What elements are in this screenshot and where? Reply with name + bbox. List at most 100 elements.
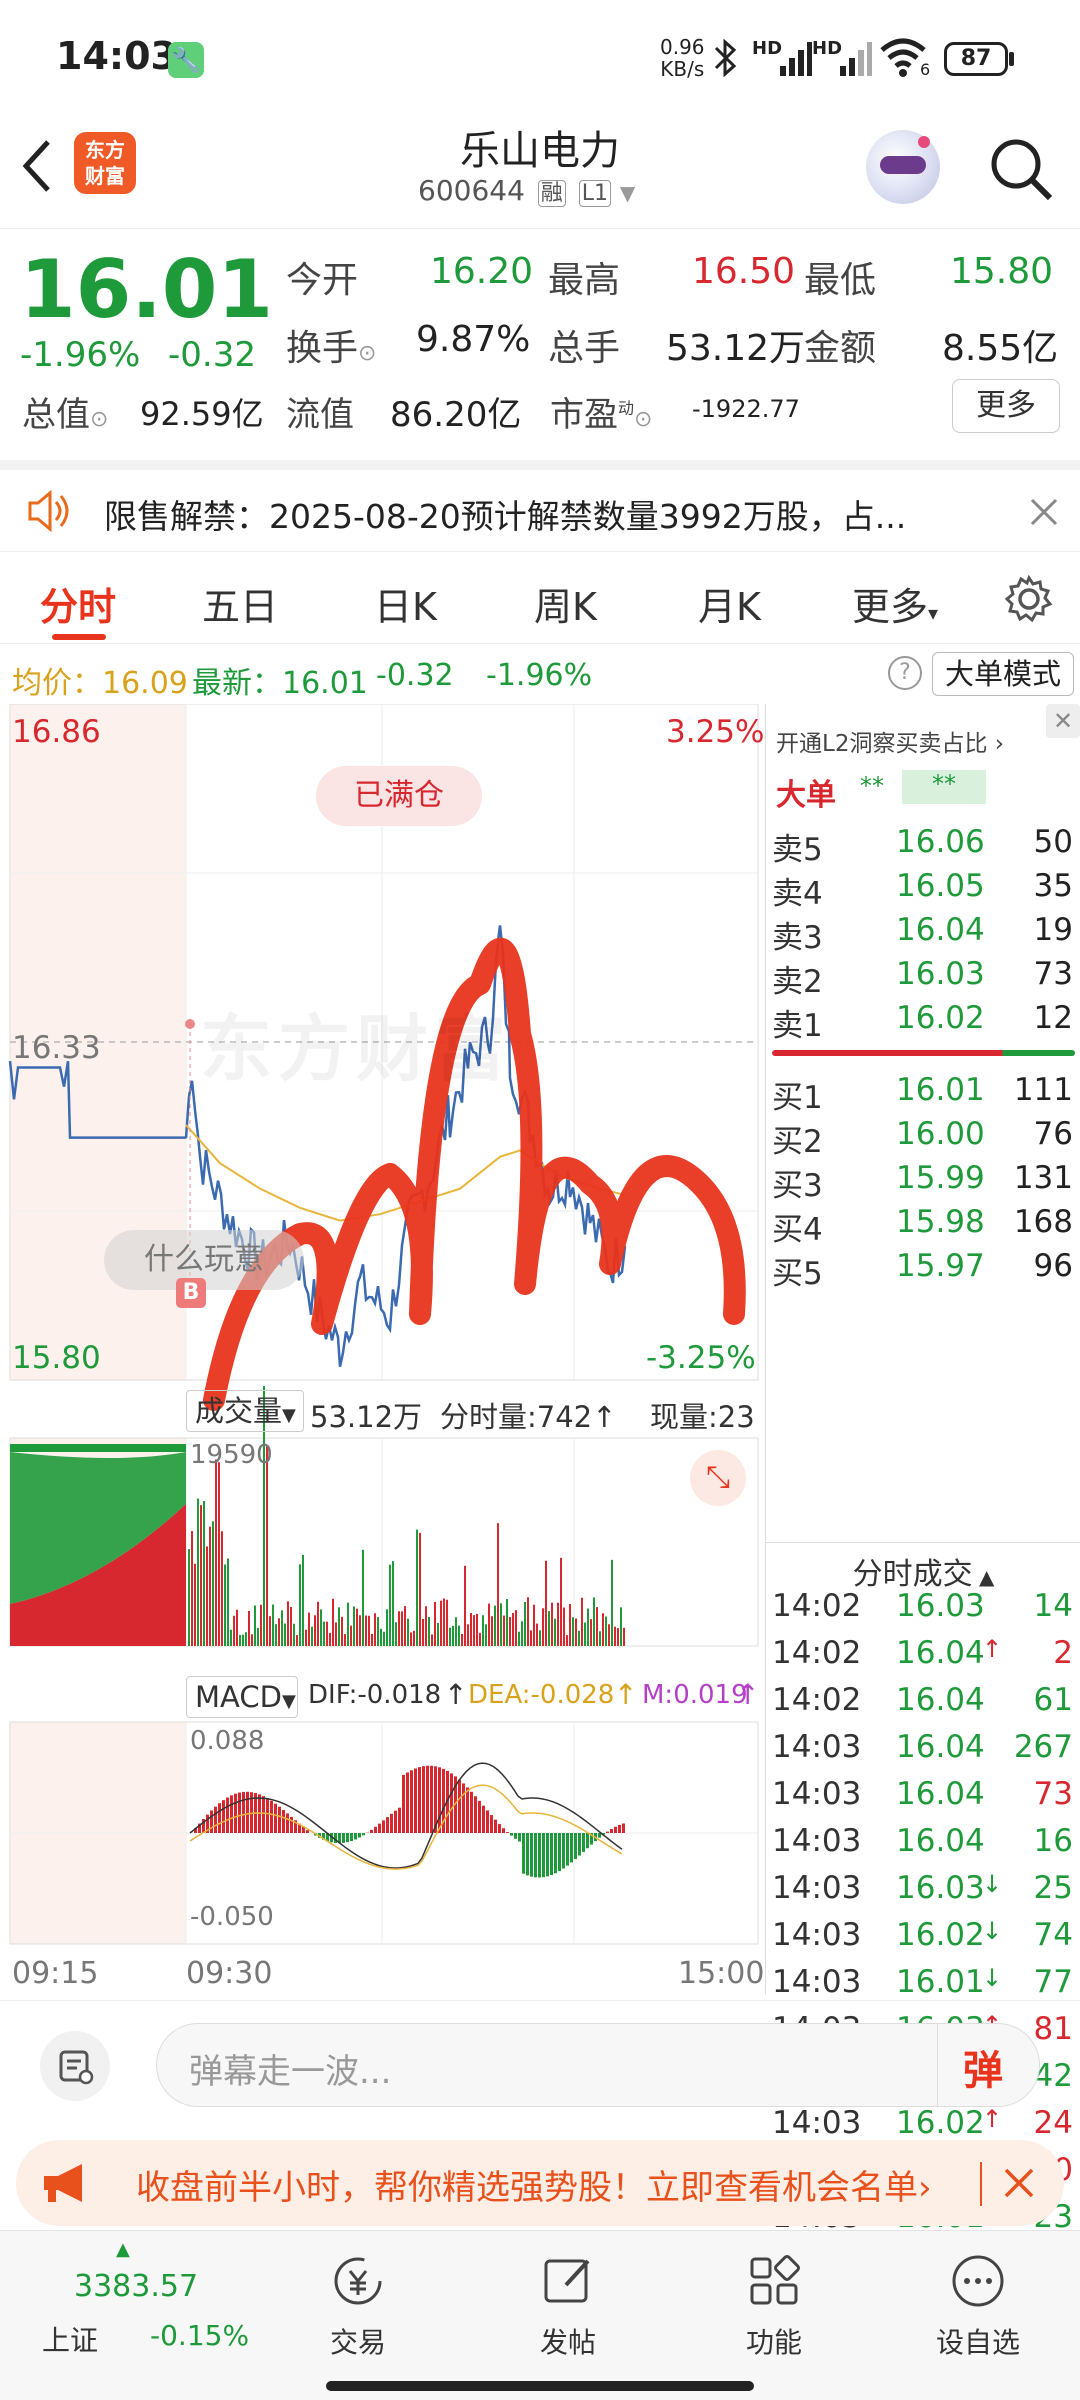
macd-bar — [214, 1806, 217, 1833]
tab-monthly-k[interactable]: 月K — [698, 576, 761, 631]
bid-level[interactable]: 买1 16.01 111 — [766, 1068, 1080, 1116]
assistant-robot-icon[interactable] — [866, 130, 940, 204]
tab-more[interactable]: 更多▾ — [852, 576, 938, 631]
tab-intraday[interactable]: 分时 — [40, 576, 116, 631]
volume-bar — [518, 1631, 520, 1646]
change-abs: -0.32 — [168, 335, 256, 375]
volume-bar — [209, 1526, 211, 1646]
macd-bar — [286, 1813, 289, 1833]
macd-bar — [378, 1823, 381, 1833]
tab-weekly-k[interactable]: 周K — [534, 576, 597, 631]
volume-bar — [302, 1554, 304, 1646]
volume-tick-text: 分时量:742 — [440, 1400, 593, 1434]
tick-row: 14:02 16.03 14 — [766, 1584, 1080, 1631]
volume-bar — [503, 1615, 505, 1646]
macd-bar — [562, 1833, 565, 1869]
volume-bar — [527, 1597, 529, 1646]
macd-bar — [534, 1833, 537, 1878]
low-value: 15.80 — [950, 251, 1054, 292]
macd-bar — [218, 1803, 221, 1833]
bid-level[interactable]: 买5 15.97 96 — [766, 1244, 1080, 1292]
danmaku-divider — [937, 2024, 938, 2106]
nav-add-watchlist-label: 设自选 — [935, 2326, 1020, 2359]
macd-bar — [506, 1832, 509, 1833]
volume-bar — [341, 1616, 343, 1646]
macd-bar — [458, 1779, 461, 1833]
bid-price: 15.99 — [896, 1160, 985, 1196]
search-icon[interactable] — [986, 134, 1056, 204]
volume-bar — [491, 1616, 493, 1646]
ask-price: 16.06 — [896, 824, 985, 860]
macd-bar — [558, 1833, 561, 1872]
macd-bar — [502, 1828, 505, 1833]
ask-level[interactable]: 卖5 16.06 50 — [766, 820, 1080, 868]
nav-functions[interactable]: 功能 — [714, 2251, 834, 2361]
tab-5day[interactable]: 五日 — [202, 576, 278, 631]
mktcap-label[interactable]: 总值⊙ — [22, 387, 108, 436]
bid-level[interactable]: 买4 15.98 168 — [766, 1200, 1080, 1248]
volume-bar — [266, 1446, 268, 1646]
full-position-badge[interactable]: 已满仓 — [316, 766, 482, 826]
macd-header: MACD▼ DIF:-0.018 ↑ DEA:-0.028 ↑ M:0.019 … — [186, 1672, 761, 1722]
tab-daily-k[interactable]: 日K — [374, 576, 437, 631]
big-order-mode-button[interactable]: 大单模式 — [932, 652, 1074, 696]
macd-selector[interactable]: MACD▼ — [186, 1676, 298, 1718]
volume-selector[interactable]: 成交量▼ — [186, 1390, 304, 1432]
volume-bar — [557, 1602, 559, 1646]
tick-time: 14:03 — [772, 1917, 862, 1953]
settings-gear-icon[interactable] — [1004, 574, 1054, 624]
promo-banner[interactable]: 收盘前半小时，帮你精选强势股！立即查看机会名单› — [16, 2140, 1064, 2226]
dropdown-caret-icon: ▼ — [619, 181, 636, 205]
nav-trade[interactable]: 交易 — [298, 2251, 418, 2361]
danmaku-input[interactable]: 弹幕走一波... 弹 — [156, 2023, 1040, 2107]
volume-now-text: 现量:23 — [650, 1400, 755, 1434]
macd-bar — [470, 1791, 473, 1833]
bid-level[interactable]: 买3 15.99 131 — [766, 1156, 1080, 1204]
help-icon[interactable]: ? — [888, 656, 922, 690]
ask-level[interactable]: 卖2 16.03 73 — [766, 952, 1080, 1000]
more-button[interactable]: 更多 — [952, 379, 1060, 433]
volume-header: 成交量▼ 53.12万 分时量:742↑ 现量:23 — [186, 1386, 756, 1436]
volume-tick: 分时量:742↑ — [440, 1394, 616, 1436]
time-open-label: 09:30 — [186, 1956, 273, 1991]
ask-level[interactable]: 卖3 16.04 19 — [766, 908, 1080, 956]
bid-label: 买3 — [772, 1168, 823, 1204]
message-list-icon[interactable] — [40, 2031, 110, 2101]
stock-code-row[interactable]: 600644 融 L1 ▼ — [418, 174, 635, 207]
chevron-right-icon: › — [918, 2168, 932, 2208]
nav-post[interactable]: 发帖 — [508, 2251, 628, 2361]
nav-add-watchlist[interactable]: 设自选 — [918, 2251, 1038, 2361]
ask-volume: 73 — [1033, 956, 1073, 992]
volume-bar — [620, 1607, 622, 1646]
ask-level[interactable]: 卖1 16.02 12 — [766, 996, 1080, 1044]
close-icon[interactable] — [1028, 496, 1060, 528]
volume-bar — [374, 1613, 376, 1646]
macd-bar — [394, 1810, 397, 1833]
volume-bar — [524, 1601, 526, 1646]
fullscreen-icon[interactable]: ⤡ — [690, 1450, 746, 1506]
volume-bar — [257, 1627, 259, 1646]
index-widget[interactable]: ▲ 3383.57 上证 -0.15% — [20, 2231, 260, 2357]
promo-close-icon[interactable] — [1002, 2166, 1036, 2200]
macd-bar — [598, 1833, 601, 1838]
turnover-label[interactable]: 换手⊙ — [286, 319, 376, 371]
bid-level[interactable]: 买2 16.00 76 — [766, 1112, 1080, 1160]
volume-bar — [488, 1603, 490, 1646]
buy-marker[interactable]: B — [176, 1278, 206, 1308]
orderbook-close-icon[interactable]: ✕ — [1046, 704, 1080, 738]
ask-level[interactable]: 卖4 16.05 35 — [766, 864, 1080, 912]
macd-bar — [586, 1833, 589, 1849]
l2-promo-link[interactable]: 开通L2洞察买卖占比 › — [776, 724, 1004, 758]
speaker-icon — [28, 489, 69, 533]
edit-post-icon — [544, 2259, 590, 2303]
bid-volume: 76 — [1033, 1116, 1073, 1152]
volume-bar — [251, 1634, 253, 1646]
volume-bar — [515, 1610, 517, 1646]
more-dots-icon — [952, 2255, 1004, 2307]
notice-bar[interactable]: 限售解禁：2025-08-20预计解禁数量3992万股，占... — [0, 460, 1080, 552]
volume-bar — [509, 1617, 511, 1646]
volume-bar — [362, 1549, 364, 1646]
pe-label[interactable]: 市盈动⊙ — [550, 387, 652, 436]
intraday-chart[interactable]: 16.86 3.25% 16.33 15.80 -3.25% 东方财富 已满仓 … — [0, 704, 765, 1994]
danmaku-send-button[interactable]: 弹 — [963, 2038, 1003, 2096]
